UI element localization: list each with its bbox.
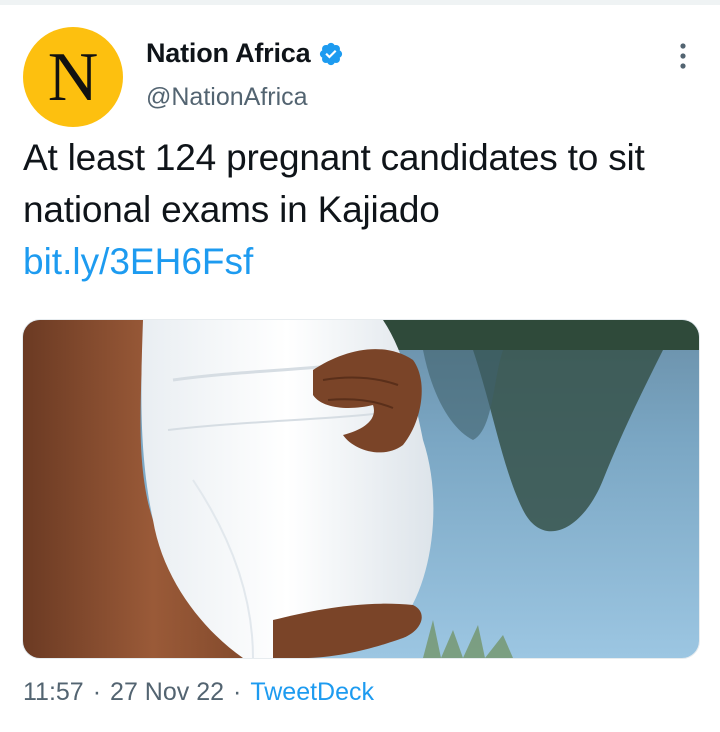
tweet-source[interactable]: TweetDeck [250,678,374,707]
meta-separator: · [92,678,102,706]
more-vertical-icon[interactable] [672,40,694,72]
avatar-letter: N [47,39,99,116]
author-name-row: Nation Africa [146,38,344,69]
meta-separator-2: · [233,678,242,706]
author-display-name[interactable]: Nation Africa [146,38,311,69]
tweet-photo[interactable] [22,319,700,659]
tweet-date[interactable]: 27 Nov 22 [110,678,224,707]
author-handle[interactable]: @NationAfrica [146,83,308,112]
tweet-link[interactable]: bit.ly/3EH6Fsf [23,236,253,288]
verified-badge-icon [320,42,343,65]
tweet-card: N Nation Africa @NationAfrica At least 1… [0,0,720,732]
photo-pregnant-woman-by-lake [23,320,699,658]
tweet-meta: 11:57 · 27 Nov 22 · TweetDeck [23,678,374,707]
tweet-text: At least 124 pregnant candidates to sit … [23,137,645,230]
tweet-time[interactable]: 11:57 [23,678,84,707]
avatar[interactable]: N [23,27,123,127]
